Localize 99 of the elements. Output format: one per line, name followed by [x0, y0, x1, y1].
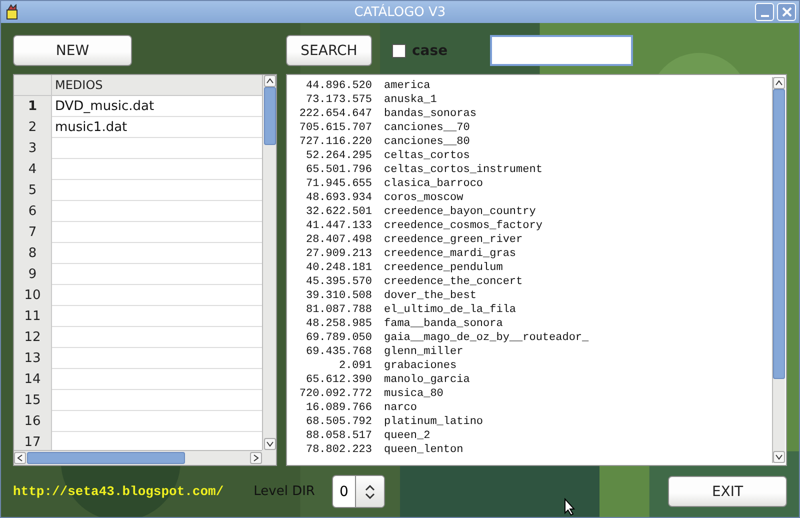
file-size: 27.909.213	[304, 247, 372, 261]
row-header[interactable]: 8	[14, 243, 52, 264]
file-name[interactable]: canciones__70	[384, 121, 470, 135]
row-header[interactable]: 14	[14, 369, 52, 390]
file-name[interactable]: anuska_1	[384, 93, 437, 107]
file-name[interactable]: creedence_green_river	[384, 233, 523, 247]
file-name[interactable]: queen_2	[384, 429, 430, 443]
file-name[interactable]: celtas_cortos_instrument	[384, 163, 542, 177]
row-header[interactable]: 1	[14, 96, 52, 117]
app-icon	[4, 4, 20, 20]
file-name[interactable]: bandas_sonoras	[384, 107, 476, 121]
vertical-scrollbar[interactable]	[262, 75, 276, 450]
file-name[interactable]: celtas_cortos	[384, 149, 470, 163]
blog-link[interactable]: http://seta43.blogspot.com/	[13, 484, 224, 499]
file-name[interactable]: dover_the_best	[384, 289, 476, 303]
file-name[interactable]: clasica_barroco	[384, 177, 484, 191]
file-name[interactable]: creedence_mardi_gras	[384, 247, 516, 261]
case-label: case	[412, 42, 448, 58]
scrollbar-thumb[interactable]	[773, 89, 785, 379]
file-name[interactable]: platinum_latino	[384, 415, 484, 429]
file-size: 727.116.220	[298, 135, 372, 149]
table-cell[interactable]: music1.dat	[52, 117, 262, 138]
new-button[interactable]: NEW	[13, 35, 132, 66]
cursor-icon	[564, 498, 576, 516]
close-button[interactable]	[777, 3, 796, 21]
horizontal-scrollbar[interactable]	[14, 450, 262, 465]
file-size: 48.258.985	[304, 317, 372, 331]
spin-arrows[interactable]	[356, 476, 384, 507]
minimize-button[interactable]	[755, 3, 774, 21]
file-size: 2.091	[338, 359, 372, 373]
file-name[interactable]: narco	[384, 401, 418, 415]
file-size: 78.802.223	[304, 443, 372, 457]
row-header[interactable]: 15	[14, 390, 52, 411]
file-name[interactable]: manolo_garcia	[384, 373, 470, 387]
file-name[interactable]: glenn_miller	[384, 345, 464, 359]
row-header[interactable]: 5	[14, 180, 52, 201]
file-name[interactable]: creedence_bayon_country	[384, 205, 536, 219]
file-name[interactable]: el_ultimo_de_la_fila	[384, 303, 516, 317]
file-name[interactable]: fama__banda_sonora	[384, 317, 503, 331]
file-name[interactable]: america	[384, 79, 430, 93]
row-header[interactable]: 6	[14, 201, 52, 222]
row-header[interactable]: 11	[14, 306, 52, 327]
file-size: 705.615.707	[298, 121, 372, 135]
file-size: 16.089.766	[304, 401, 372, 415]
file-size: 69.789.050	[304, 331, 372, 345]
file-size: 88.058.517	[304, 429, 372, 443]
row-header[interactable]: 12	[14, 327, 52, 348]
file-size: 32.622.501	[304, 205, 372, 219]
row-header[interactable]: 10	[14, 285, 52, 306]
file-name[interactable]: coros_moscow	[384, 191, 464, 205]
scrollbar-corner	[262, 450, 276, 465]
file-name[interactable]: creedence_pendulum	[384, 261, 503, 275]
level-label: Level DIR	[254, 484, 315, 499]
row-header[interactable]: 3	[14, 138, 52, 159]
file-size: 720.092.772	[298, 387, 372, 401]
file-size: 45.395.570	[304, 275, 372, 289]
search-button[interactable]: SEARCH	[286, 35, 372, 66]
scrollbar-thumb[interactable]	[264, 87, 276, 145]
window-title: CATÁLOGO V3	[354, 4, 446, 20]
file-name[interactable]: grabaciones	[384, 359, 457, 373]
file-name[interactable]: musica_80	[384, 387, 444, 401]
file-size: 40.248.181	[304, 261, 372, 275]
row-header[interactable]: 9	[14, 264, 52, 285]
file-size: 69.435.768	[304, 345, 372, 359]
file-size: 73.173.575	[304, 93, 372, 107]
vertical-scrollbar[interactable]	[772, 77, 785, 463]
case-checkbox[interactable]	[392, 44, 406, 58]
row-header[interactable]: 7	[14, 222, 52, 243]
row-header[interactable]: 16	[14, 411, 52, 432]
file-size: 52.264.295	[304, 149, 372, 163]
row-header[interactable]: 13	[14, 348, 52, 369]
file-name[interactable]: creedence_the_concert	[384, 275, 523, 289]
file-name[interactable]: queen_lenton	[384, 443, 464, 457]
file-size: 39.310.508	[304, 289, 372, 303]
exit-button[interactable]: EXIT	[668, 476, 787, 507]
file-size: 71.945.655	[304, 177, 372, 191]
table-cell[interactable]: DVD_music.dat	[52, 96, 262, 117]
file-size: 44.896.520	[304, 79, 372, 93]
file-size: 48.693.934	[304, 191, 372, 205]
row-header[interactable]: 2	[14, 117, 52, 138]
row-header[interactable]: 17	[14, 432, 52, 450]
file-size: 65.612.390	[304, 373, 372, 387]
row-header[interactable]: 4	[14, 159, 52, 180]
minimize-icon	[760, 15, 768, 17]
corner-cell	[14, 75, 52, 96]
file-name[interactable]: canciones__80	[384, 135, 470, 149]
column-header[interactable]: MEDIOS	[52, 75, 262, 96]
search-field[interactable]	[490, 35, 633, 66]
scrollbar-thumb[interactable]	[27, 452, 185, 464]
file-size: 41.447.133	[304, 219, 372, 233]
file-size: 81.087.788	[304, 303, 372, 317]
file-size: 28.407.498	[304, 233, 372, 247]
level-spinner[interactable]: 0	[332, 475, 385, 508]
file-size: 222.654.647	[298, 107, 372, 121]
file-name[interactable]: creedence_cosmos_factory	[384, 219, 542, 233]
close-icon	[782, 7, 792, 17]
file-size: 65.501.796	[304, 163, 372, 177]
file-name[interactable]: gaia__mago_de_oz_by__routeador_	[384, 331, 589, 345]
file-size: 68.505.792	[304, 415, 372, 429]
